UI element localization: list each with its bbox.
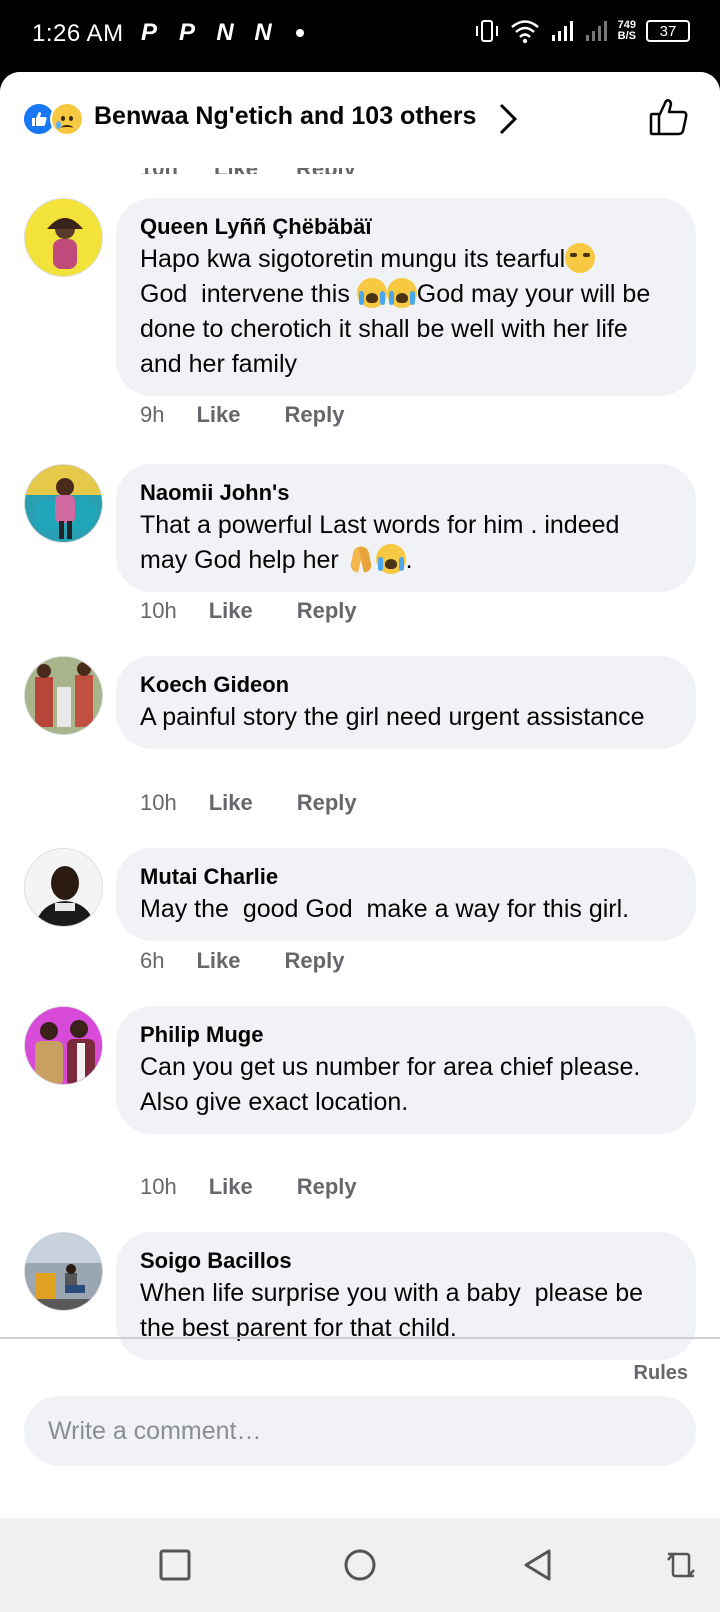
recent-apps-button[interactable] (158, 1548, 192, 1582)
reply-action[interactable]: Reply (285, 402, 345, 428)
comment-time[interactable]: 10h (140, 598, 177, 624)
comment-bubble[interactable]: Soigo Bacillos When life surprise you wi… (116, 1232, 696, 1360)
system-navigation-bar (0, 1518, 720, 1612)
comment-actions: 10h Like Reply (140, 1174, 401, 1200)
like-action[interactable]: Like (209, 790, 253, 816)
comment-text: Can you get us number for area chief ple… (140, 1053, 641, 1116)
rules-link[interactable]: Rules (634, 1362, 688, 1385)
avatar[interactable] (24, 656, 103, 735)
comment-bubble[interactable]: Naomii John's That a powerful Last words… (116, 464, 696, 592)
comment-time[interactable]: 6h (140, 948, 164, 974)
comment-actions: 9h Like Reply (140, 402, 388, 428)
chevron-right-icon[interactable] (498, 102, 518, 136)
sad-reaction-icon (50, 102, 84, 136)
comment-actions: 6h Like Reply (140, 948, 388, 974)
comment-input[interactable] (24, 1396, 696, 1466)
comments-sheet: Benwaa Ng'etich and 103 others 10h Like … (0, 72, 720, 1518)
comment-text: Hapo kwa sigotoretin mungu its tearful Go… (140, 243, 658, 378)
notification-app-icon: P (140, 19, 157, 46)
signal-icon (551, 21, 573, 41)
reaction-icons (22, 102, 88, 138)
like-action[interactable]: Like (209, 598, 253, 624)
status-right: 749 B/S 37 (474, 18, 690, 44)
like-action[interactable]: Like (209, 1174, 253, 1200)
comment-bubble[interactable]: Queen Lyññ Çhëbäbäï Hapo kwa sigotoretin… (116, 198, 696, 396)
reply-action[interactable]: Reply (297, 790, 357, 816)
status-time: 1:26 AM (32, 20, 124, 47)
comment-author[interactable]: Mutai Charlie (140, 862, 672, 892)
like-button[interactable] (648, 96, 690, 138)
notification-app-icon: N (216, 19, 234, 46)
comment-bubble[interactable]: Mutai Charlie May the good God make a wa… (116, 848, 696, 941)
notification-app-icon: P (178, 19, 195, 46)
comment-time[interactable]: 9h (140, 402, 164, 428)
avatar[interactable] (24, 848, 103, 927)
speed-unit: B/S (617, 30, 636, 42)
comment-actions: 10h Like Reply (140, 598, 401, 624)
comment-actions: 10h Like Reply (140, 790, 401, 816)
like-action[interactable]: Like (196, 402, 240, 428)
rotate-screen-icon[interactable] (664, 1548, 698, 1582)
notification-icons: P P N N (136, 19, 304, 46)
vibrate-icon (475, 20, 498, 42)
comment-time[interactable]: 10h (140, 1174, 177, 1200)
comment-author[interactable]: Queen Lyññ Çhëbäbäï (140, 212, 672, 242)
comment-bubble[interactable]: Philip Muge Can you get us number for ar… (116, 1006, 696, 1134)
network-speed: 749 B/S (618, 20, 636, 42)
reply-action[interactable]: Reply (297, 1174, 357, 1200)
crying-face-emoji-icon (386, 278, 417, 308)
crying-face-emoji-icon (375, 544, 406, 574)
signal-icon-secondary (585, 21, 607, 41)
comment-author[interactable]: Philip Muge (140, 1020, 672, 1050)
comment-text: May the good God make a way for this gir… (140, 895, 630, 923)
reply-action[interactable]: Reply (297, 598, 357, 624)
praying-hands-emoji-icon (346, 544, 376, 574)
avatar[interactable] (24, 198, 103, 277)
notification-app-icon: N (254, 19, 272, 46)
status-bar: 1:26 AM P P N N 749 B/S 37 (0, 0, 720, 72)
sleepy-tear-emoji-icon (565, 243, 596, 273)
composer-divider (0, 1337, 720, 1339)
reactions-summary-bar[interactable]: Benwaa Ng'etich and 103 others (0, 72, 720, 168)
comment-bubble[interactable]: Koech Gideon A painful story the girl ne… (116, 656, 696, 749)
comment-time[interactable]: 10h (140, 790, 177, 816)
more-notifications-dot (296, 29, 304, 37)
comment-text: When life surprise you with a baby pleas… (140, 1279, 651, 1342)
avatar[interactable] (24, 464, 103, 543)
crying-face-emoji-icon (356, 278, 387, 308)
reactions-summary-text: Benwaa Ng'etich and 103 others (94, 102, 477, 130)
battery-icon: 37 (646, 20, 690, 42)
back-button[interactable] (521, 1548, 555, 1582)
like-action[interactable]: Like (196, 948, 240, 974)
battery-level: 37 (659, 22, 677, 40)
comment-author[interactable]: Naomii John's (140, 478, 672, 508)
comment-text: A painful story the girl need urgent ass… (140, 703, 645, 731)
home-button[interactable] (343, 1548, 377, 1582)
wifi-icon (510, 20, 539, 44)
comment-author[interactable]: Koech Gideon (140, 670, 672, 700)
reply-action[interactable]: Reply (285, 948, 345, 974)
comment-author[interactable]: Soigo Bacillos (140, 1246, 672, 1276)
avatar[interactable] (24, 1006, 103, 1085)
avatar[interactable] (24, 1232, 103, 1311)
comment-text: That a powerful Last words for him . ind… (140, 511, 627, 574)
